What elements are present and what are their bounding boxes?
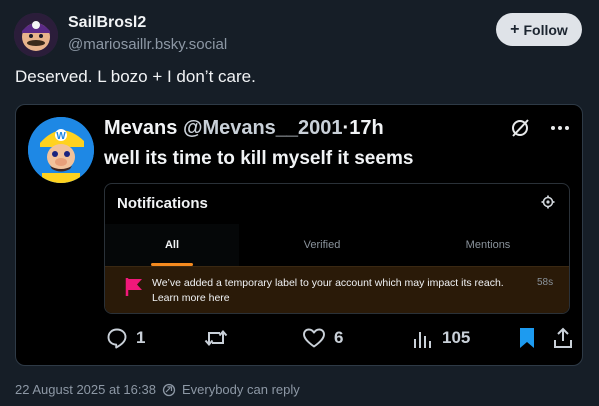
quoted-author-avatar[interactable]: W <box>28 117 94 183</box>
repost-button[interactable] <box>204 327 236 349</box>
share-icon[interactable] <box>552 327 574 349</box>
plus-icon: + <box>510 20 520 38</box>
reply-button[interactable]: 1 <box>106 327 145 349</box>
globe-icon <box>162 383 176 396</box>
quoted-post-header: Mevans @Mevans__2001·17h <box>104 117 384 140</box>
views-button[interactable]: 105 <box>412 327 470 349</box>
quoted-author-handle[interactable]: @Mevans__2001 <box>183 117 343 139</box>
notifications-screenshot: Notifications All Verified Mentions We’v… <box>104 183 570 314</box>
like-button[interactable]: 6 <box>302 327 343 349</box>
quoted-author-name[interactable]: Mevans <box>104 117 177 139</box>
label-alert: We’ve added a temporary label to your ac… <box>105 266 569 313</box>
author-avatar[interactable] <box>14 13 58 57</box>
bookmark-icon[interactable] <box>518 327 536 349</box>
gear-icon <box>541 195 555 209</box>
reply-count: 1 <box>136 328 146 347</box>
views-count: 105 <box>442 328 471 347</box>
flag-icon <box>125 278 142 296</box>
post-footer: 22 August 2025 at 16:38 Everybody can re… <box>15 382 300 397</box>
follow-label: Follow <box>523 21 568 38</box>
reply-icon <box>107 328 127 349</box>
grok-icon[interactable] <box>509 117 531 139</box>
post-date: 22 August 2025 at 16:38 <box>15 382 156 397</box>
views-icon <box>414 332 431 348</box>
avatar-image <box>14 13 58 57</box>
heart-icon <box>303 328 325 348</box>
quoted-avatar-image: W <box>28 117 94 183</box>
tab-mentions: Mentions <box>465 239 511 251</box>
action-bar: 1 6 105 <box>106 327 572 351</box>
alert-time: 58s <box>537 277 554 288</box>
quoted-post-text: well its time to kill myself it seems <box>104 148 414 169</box>
quoted-post[interactable]: W Mevans @Mevans__2001·17h well its time… <box>15 104 583 366</box>
author-name[interactable]: SailBrosl2 <box>68 14 146 32</box>
svg-text:W: W <box>56 131 66 142</box>
like-count: 6 <box>334 328 344 347</box>
follow-button[interactable]: + Follow <box>496 13 582 46</box>
reply-setting[interactable]: Everybody can reply <box>182 382 300 397</box>
tab-verified: Verified <box>303 239 341 251</box>
post-text: Deserved. L bozo + I don’t care. <box>15 67 256 86</box>
quoted-post-time[interactable]: 17h <box>349 117 383 139</box>
notifications-title: Notifications <box>117 195 208 212</box>
author-handle[interactable]: @mariosaillr.bsky.social <box>68 36 227 53</box>
alert-text: We’ve added a temporary label to your ac… <box>152 277 504 304</box>
tab-all: All <box>105 224 239 266</box>
more-options-icon[interactable] <box>549 117 571 139</box>
repost-icon <box>204 329 228 347</box>
